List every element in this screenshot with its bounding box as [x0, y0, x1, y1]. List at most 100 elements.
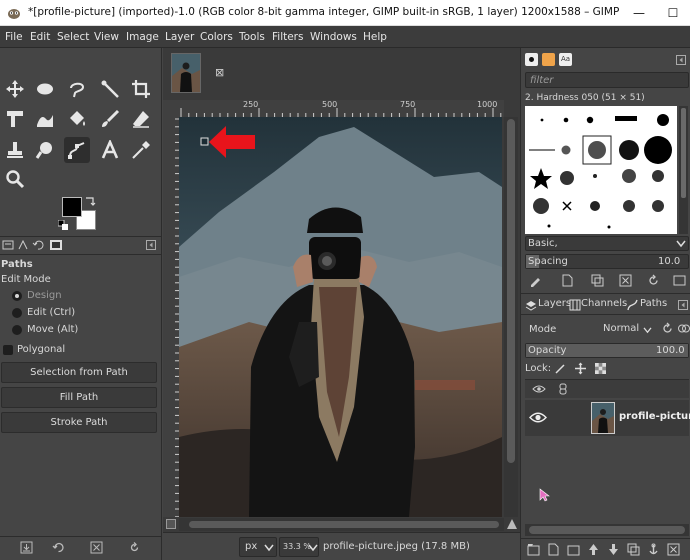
image-tab-thumbnail[interactable]	[171, 53, 201, 93]
menu-select[interactable]: Select	[57, 31, 89, 43]
brushes-tab-icon[interactable]	[525, 53, 538, 66]
lower-layer-icon[interactable]	[607, 543, 620, 556]
menu-view[interactable]: View	[94, 31, 119, 43]
new-brush-icon[interactable]	[561, 274, 574, 287]
paths-tab[interactable]: Paths	[640, 298, 667, 309]
move-mode-radio[interactable]	[12, 325, 22, 335]
menu-filters[interactable]: Filters	[272, 31, 303, 43]
ellipse-select-icon[interactable]	[32, 76, 58, 102]
menu-windows[interactable]: Windows	[310, 31, 357, 43]
spacing-slider[interactable]: Spacing 10.0	[525, 254, 689, 269]
warp-transform-icon[interactable]	[32, 106, 58, 132]
vertical-scrollbar[interactable]	[504, 117, 518, 517]
composite-mode-icon[interactable]	[678, 323, 690, 334]
paintbrush-icon[interactable]	[97, 106, 123, 132]
layers-list-scrollbar[interactable]	[525, 524, 689, 536]
layer-row[interactable]: profile-picture	[525, 400, 690, 436]
path-anchor-node[interactable]	[200, 137, 209, 146]
lock-pixels-icon[interactable]	[554, 362, 567, 375]
duplicate-brush-icon[interactable]	[591, 274, 604, 287]
horizontal-scrollbar[interactable]	[179, 518, 504, 531]
lock-position-icon[interactable]	[574, 362, 587, 375]
duplicate-layer-icon[interactable]	[627, 543, 640, 556]
minimize-button[interactable]: —	[622, 0, 656, 26]
restore-tool-preset-icon[interactable]	[52, 541, 65, 554]
menu-edit[interactable]: Edit	[30, 31, 50, 43]
clone-stamp-icon[interactable]	[2, 137, 28, 163]
menu-tools[interactable]: Tools	[239, 31, 265, 43]
layer-name[interactable]: profile-picture	[619, 411, 690, 422]
new-layer-from-file-icon[interactable]	[567, 543, 580, 556]
paths-tool-icon[interactable]	[64, 137, 90, 163]
dock-menu-icon[interactable]	[146, 240, 156, 250]
zoom-select[interactable]: 33.3 %	[279, 537, 319, 557]
selection-from-path-button[interactable]: Selection from Path	[1, 362, 157, 383]
layers-tab[interactable]: Layers	[538, 298, 571, 309]
zoom-tool-icon[interactable]	[2, 166, 28, 192]
edit-mode-radio[interactable]	[12, 308, 22, 318]
edit-brush-icon[interactable]	[529, 274, 542, 287]
swap-colors-icon[interactable]	[84, 195, 96, 207]
device-status-tab-icon[interactable]	[17, 239, 29, 251]
maximize-button[interactable]: ☐	[656, 0, 690, 26]
free-select-lasso-icon[interactable]	[64, 76, 90, 102]
brush-grid[interactable]	[525, 106, 677, 234]
tool-options-tab-icon[interactable]	[2, 239, 14, 251]
image-tab-close-button[interactable]: ⊠	[215, 66, 224, 79]
dock-menu-icon[interactable]	[676, 55, 686, 65]
raise-layer-icon[interactable]	[587, 543, 600, 556]
channels-tab-icon[interactable]	[569, 299, 581, 311]
opacity-slider[interactable]: Opacity 100.0	[525, 343, 689, 358]
polygonal-checkbox[interactable]	[3, 345, 13, 355]
color-picker-icon[interactable]	[128, 137, 154, 163]
quick-mask-toggle[interactable]	[166, 519, 176, 529]
lock-alpha-icon[interactable]	[594, 362, 607, 375]
delete-brush-icon[interactable]	[619, 274, 632, 287]
fill-path-button[interactable]: Fill Path	[1, 387, 157, 408]
unified-transform-icon[interactable]	[2, 106, 28, 132]
horizontal-scroll-thumb[interactable]	[189, 521, 499, 528]
bucket-fill-icon[interactable]	[64, 106, 90, 132]
move-tool-icon[interactable]	[2, 76, 28, 102]
reset-tool-options-icon[interactable]	[128, 541, 141, 554]
delete-tool-preset-icon[interactable]	[90, 541, 103, 554]
patterns-tab-icon[interactable]	[542, 53, 555, 66]
images-tab-icon[interactable]	[49, 239, 63, 251]
foreground-color-swatch-top[interactable]	[62, 197, 82, 217]
image-canvas[interactable]	[179, 117, 502, 517]
layer-mode-select[interactable]: Normal	[599, 319, 655, 339]
design-mode-radio[interactable]	[12, 291, 22, 301]
eraser-icon[interactable]	[128, 106, 154, 132]
refresh-brushes-icon[interactable]	[647, 274, 660, 287]
menu-help[interactable]: Help	[363, 31, 387, 43]
fonts-tab-icon[interactable]: Aa	[559, 53, 572, 66]
menu-colors[interactable]: Colors	[200, 31, 233, 43]
layer-visibility-eye-icon[interactable]	[529, 411, 547, 424]
navigate-icon[interactable]	[506, 518, 518, 530]
layers-tab-icon[interactable]	[525, 299, 537, 311]
unit-select[interactable]: px	[239, 537, 277, 557]
brush-preset-select[interactable]: Basic,	[525, 236, 689, 251]
brush-filter-input[interactable]: filter	[525, 72, 689, 88]
brush-grid-scrollbar[interactable]	[679, 106, 688, 234]
stroke-path-button[interactable]: Stroke Path	[1, 412, 157, 433]
menu-image[interactable]: Image	[126, 31, 159, 43]
crop-tool-icon[interactable]	[128, 76, 154, 102]
text-tool-icon[interactable]	[97, 137, 123, 163]
delete-layer-icon[interactable]	[667, 543, 680, 556]
fuzzy-select-wand-icon[interactable]	[97, 76, 123, 102]
menu-layer[interactable]: Layer	[165, 31, 194, 43]
menu-file[interactable]: File	[5, 31, 23, 43]
channels-tab[interactable]: Channels	[581, 298, 627, 309]
new-layer-icon[interactable]	[547, 543, 560, 556]
dock-menu-icon[interactable]	[678, 300, 688, 310]
save-tool-preset-icon[interactable]	[20, 541, 33, 554]
reset-mode-icon[interactable]	[661, 322, 674, 335]
new-layer-group-icon[interactable]	[527, 543, 540, 556]
vertical-scroll-thumb[interactable]	[507, 119, 515, 463]
paths-tab-icon[interactable]	[627, 299, 639, 311]
default-colors-icon[interactable]	[58, 220, 68, 230]
open-brush-as-image-icon[interactable]	[673, 274, 686, 287]
smudge-tool-icon[interactable]	[32, 137, 58, 163]
undo-history-tab-icon[interactable]	[32, 239, 44, 251]
